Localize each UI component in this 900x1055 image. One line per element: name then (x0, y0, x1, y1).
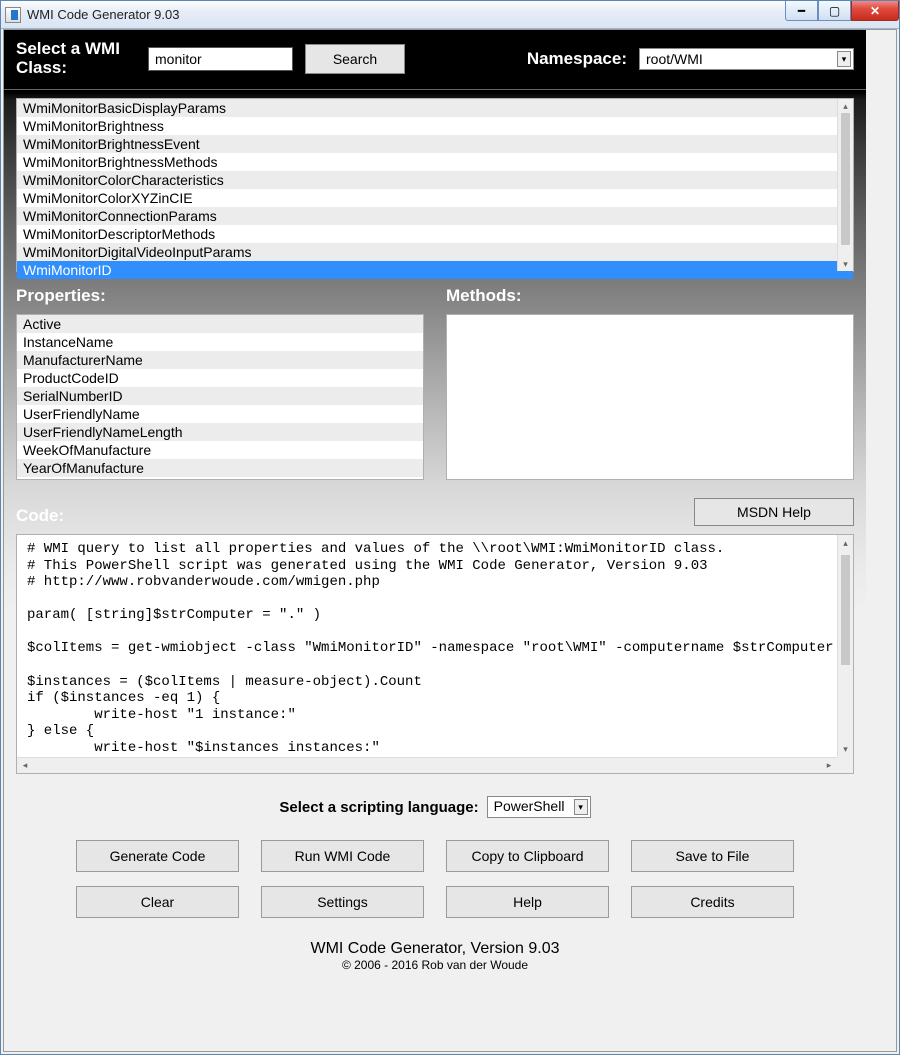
generate-code-button[interactable]: Generate Code (76, 840, 239, 872)
scrollbar-thumb[interactable] (841, 113, 850, 245)
window-close-button[interactable]: ✕ (851, 1, 899, 21)
language-select[interactable]: PowerShell ▾ (487, 796, 591, 818)
window-minimize-button[interactable]: ━ (785, 1, 818, 21)
save-to-file-button[interactable]: Save to File (631, 840, 794, 872)
methods-label: Methods: (446, 286, 854, 306)
namespace-label: Namespace: (527, 49, 627, 69)
namespace-select[interactable]: root/WMI ▾ (639, 48, 854, 70)
property-list-item[interactable]: Active (17, 315, 423, 333)
scroll-up-icon[interactable]: ▴ (838, 535, 853, 551)
property-list-item[interactable]: YearOfManufacture (17, 459, 423, 477)
chevron-down-icon: ▾ (574, 799, 588, 815)
search-button[interactable]: Search (305, 44, 405, 74)
titlebar[interactable]: WMI Code Generator 9.03 ━ ▢ ✕ (1, 1, 899, 29)
scrollbar-horizontal[interactable]: ◂ ▸ (17, 757, 837, 773)
scroll-left-icon[interactable]: ◂ (17, 758, 33, 773)
class-list-item[interactable]: WmiMonitorBasicDisplayParams (17, 99, 853, 117)
property-list-item[interactable]: UserFriendlyName (17, 405, 423, 423)
select-class-label: Select a WMI Class: (16, 40, 136, 77)
maximize-icon: ▢ (829, 4, 840, 18)
class-list-item[interactable]: WmiMonitorDescriptorMethods (17, 225, 853, 243)
main-window: WMI Code Generator 9.03 ━ ▢ ✕ Select a W… (0, 0, 900, 1055)
footer-title: WMI Code Generator, Version 9.03 (76, 940, 794, 958)
property-list-item[interactable]: InstanceName (17, 333, 423, 351)
minimize-icon: ━ (798, 4, 805, 18)
class-list-item[interactable]: WmiMonitorID (17, 261, 853, 279)
msdn-help-button[interactable]: MSDN Help (694, 498, 854, 526)
namespace-value: root/WMI (646, 51, 703, 67)
class-list-item[interactable]: WmiMonitorConnectionParams (17, 207, 853, 225)
class-list-item[interactable]: WmiMonitorDigitalVideoInputParams (17, 243, 853, 261)
class-list-item[interactable]: WmiMonitorColorXYZinCIE (17, 189, 853, 207)
chevron-down-icon: ▾ (837, 51, 851, 67)
help-button[interactable]: Help (446, 886, 609, 918)
settings-button[interactable]: Settings (261, 886, 424, 918)
scrollbar[interactable]: ▴ ▾ (837, 99, 853, 271)
language-value: PowerShell (494, 798, 565, 814)
property-list-item[interactable]: UserFriendlyNameLength (17, 423, 423, 441)
class-list-item[interactable]: WmiMonitorBrightness (17, 117, 853, 135)
class-listbox[interactable]: WmiMonitorBasicDisplayParamsWmiMonitorBr… (16, 98, 854, 272)
scroll-right-icon[interactable]: ▸ (821, 758, 837, 773)
scroll-down-icon[interactable]: ▾ (838, 741, 853, 757)
window-title: WMI Code Generator 9.03 (27, 7, 179, 22)
scroll-down-icon[interactable]: ▾ (838, 257, 853, 271)
credits-button[interactable]: Credits (631, 886, 794, 918)
window-maximize-button[interactable]: ▢ (818, 1, 851, 21)
close-icon: ✕ (870, 4, 880, 18)
scroll-up-icon[interactable]: ▴ (838, 99, 853, 113)
scrollbar-thumb[interactable] (841, 555, 850, 665)
scripting-language-label: Select a scripting language: (279, 799, 478, 816)
run-wmi-code-button[interactable]: Run WMI Code (261, 840, 424, 872)
methods-listbox[interactable] (446, 314, 854, 480)
client-area: Select a WMI Class: Search Namespace: ro… (3, 29, 897, 1052)
class-search-input[interactable] (148, 47, 293, 71)
properties-label: Properties: (16, 286, 424, 306)
scrollbar-vertical[interactable]: ▴ ▾ (837, 535, 853, 757)
class-list-item[interactable]: WmiMonitorBrightnessMethods (17, 153, 853, 171)
property-list-item[interactable]: WeekOfManufacture (17, 441, 423, 459)
property-list-item[interactable]: ProductCodeID (17, 369, 423, 387)
properties-listbox[interactable]: ActiveInstanceNameManufacturerNameProduc… (16, 314, 424, 480)
app-icon (5, 7, 21, 23)
top-toolbar: Select a WMI Class: Search Namespace: ro… (4, 30, 866, 90)
code-textbox[interactable]: # WMI query to list all properties and v… (16, 534, 854, 774)
class-list-item[interactable]: WmiMonitorColorCharacteristics (17, 171, 853, 189)
copy-to-clipboard-button[interactable]: Copy to Clipboard (446, 840, 609, 872)
footer-copyright: © 2006 - 2016 Rob van der Woude (76, 958, 794, 972)
class-list-item[interactable]: WmiMonitorBrightnessEvent (17, 135, 853, 153)
property-list-item[interactable]: SerialNumberID (17, 387, 423, 405)
code-label: Code: (16, 506, 694, 526)
clear-button[interactable]: Clear (76, 886, 239, 918)
footer: WMI Code Generator, Version 9.03 © 2006 … (76, 940, 794, 972)
scrollbar-corner (837, 757, 853, 773)
property-list-item[interactable]: ManufacturerName (17, 351, 423, 369)
